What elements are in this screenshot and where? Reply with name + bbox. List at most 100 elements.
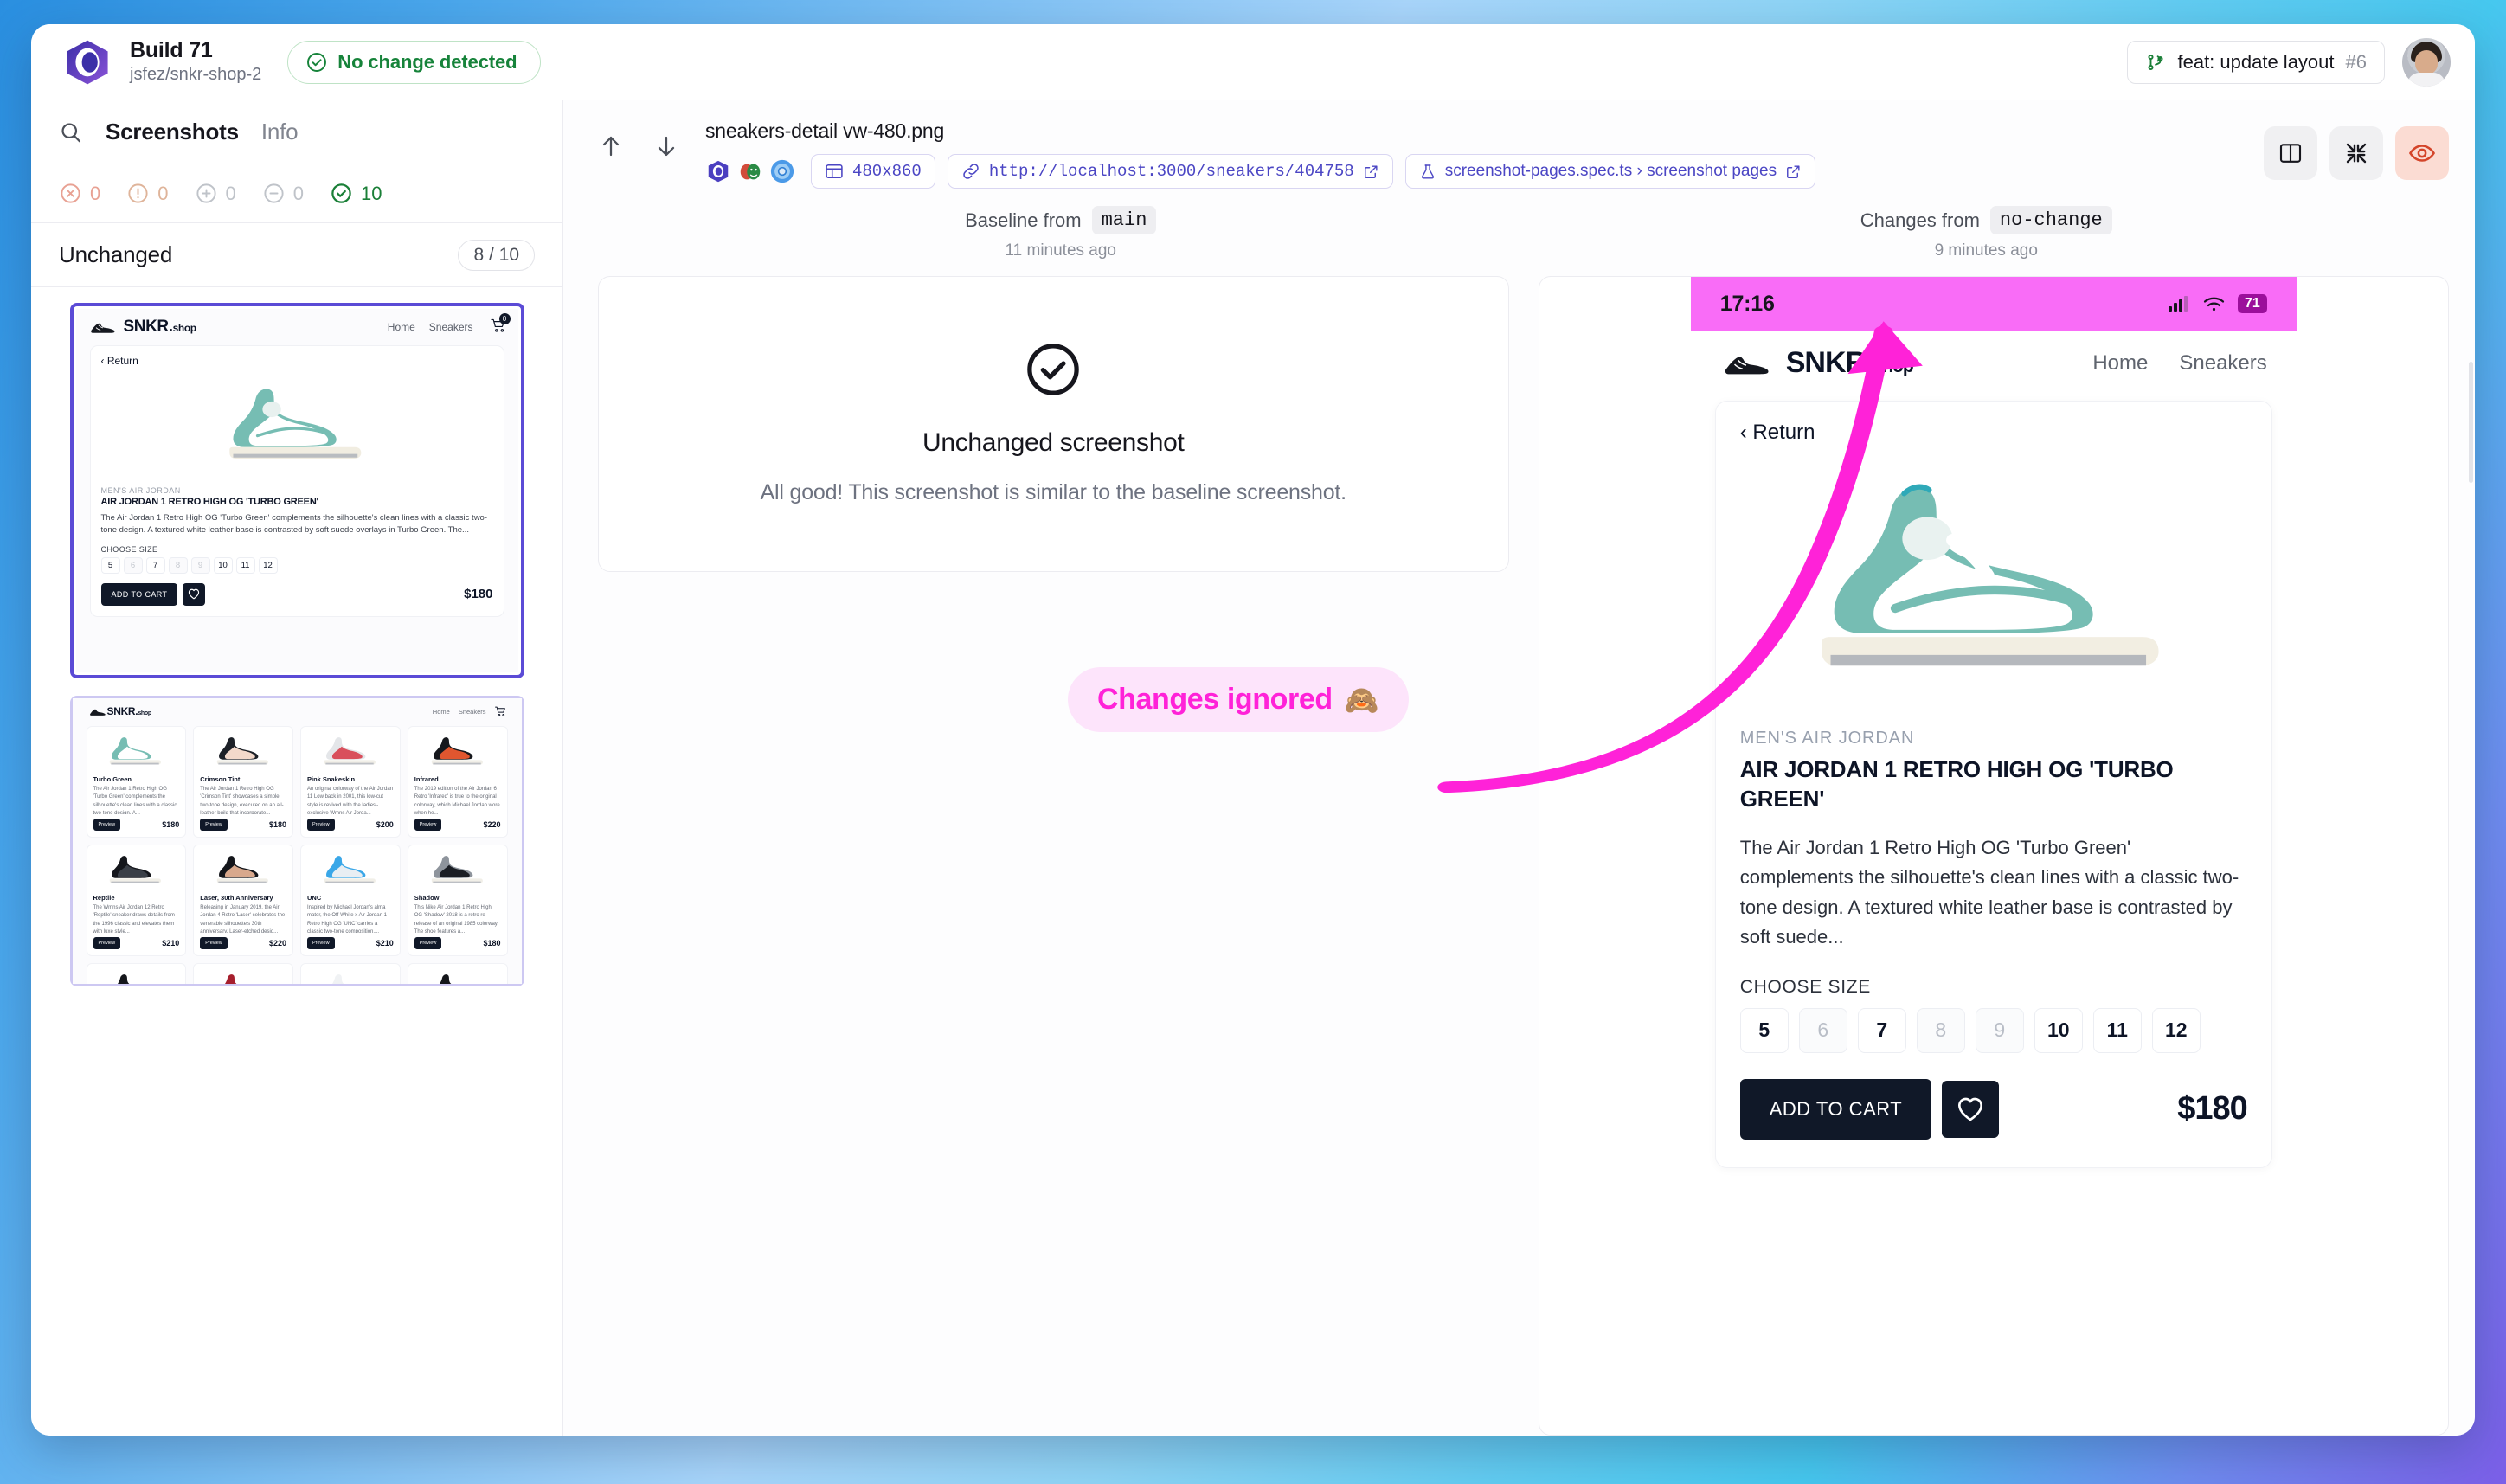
viewport-chip[interactable]: 480x860 [811,154,935,189]
mini-size-option-12[interactable]: 12 [258,556,278,574]
changes-branch: no-change [1989,206,2112,234]
changes-prefix: Changes from [1860,209,1980,231]
mini-grid-card[interactable]: BredThe 2019 edition of the Air Jordan 4… [407,963,508,984]
filter-added[interactable]: 0 [195,182,236,205]
add-to-cart-button[interactable]: ADD TO CART [1739,1078,1932,1140]
mini-grid-preview-button[interactable]: Preview [200,937,228,949]
mini-grid-card[interactable]: Legend BlueThe Air Jordan 11 Retro 'Lege… [300,963,401,984]
filter-removed[interactable]: 0 [262,182,304,205]
mini-grid-card[interactable]: Infrared The 2019 edition of the Air Jord… [407,726,508,838]
mini-heart-button[interactable] [183,582,206,606]
meta-chips: 480x860 http://localhost:3000/sneakers/4… [705,154,1816,189]
cellular-signal-icon [2168,296,2188,312]
mini-grid-cart-icon[interactable] [494,706,506,716]
mini-grid-preview-button[interactable]: Preview [93,937,121,949]
mini-grid-product-desc: The Wmns Air Jordan 12 Retro 'Reptile' s… [93,905,175,933]
section-header-unchanged[interactable]: Unchanged 8 / 10 [31,223,562,287]
avatar-body [2407,72,2445,87]
thumbnail-item-selected[interactable]: SNKR.shop Home Sneakers 0 ‹ Return MEN'S… [69,303,524,678]
screenshot-inner: 17:16 71 SNKR.shop Home Sneakers ‹ Retur… [1690,277,2297,1168]
size-option-5[interactable]: 5 [1739,1007,1789,1053]
size-selector[interactable]: 5 6 7 8 9 10 11 12 [1739,1007,2247,1053]
mini-size-option-5[interactable]: 5 [100,556,120,574]
mini-grid-product-desc: Releasing in January 2019, the Air Jorda… [200,905,286,933]
eye-logo-icon[interactable] [62,37,112,87]
mini-grid-preview-button[interactable]: Preview [307,819,335,831]
mini-grid-preview-button[interactable]: Preview [414,819,442,831]
mini-grid-card[interactable]: Pink Snakeskin An original colorway of th… [300,726,401,838]
arrow-down-icon[interactable] [653,132,679,161]
size-option-7[interactable]: 7 [1857,1007,1906,1053]
mini-add-to-cart-button[interactable]: ADD TO CART [100,582,178,606]
filter-warning[interactable]: 0 [126,182,169,205]
mini-grid-card[interactable]: Turbo Green The Air Jordan 1 Retro High O… [86,726,187,838]
minus-circle-icon [264,183,284,203]
mini-grid-card[interactable]: Crimson Tint The Air Jordan 1 Retro High … [193,726,293,838]
url-chip[interactable]: http://localhost:3000/sneakers/404758 [947,154,1393,189]
mini-grid-preview-button[interactable]: Preview [414,937,442,949]
search-icon[interactable] [59,120,83,145]
size-option-11[interactable]: 11 [2092,1007,2142,1053]
mini-grid-product-desc: The 2019 edition of the Air Jordan 6 Ret… [414,787,500,814]
size-option-10[interactable]: 10 [2034,1007,2083,1053]
mini-grid-card[interactable]: Laser, 30th Anniversary Releasing in Janu… [193,845,293,956]
store-nav-links: Home Sneakers [2092,351,2266,376]
mini-grid-preview-button[interactable]: Preview [93,819,121,831]
thumbnail-list[interactable]: SNKR.shop Home Sneakers 0 ‹ Return MEN'S… [31,287,562,1436]
mini-cart-icon[interactable]: 0 [490,312,511,337]
top-bar-right: feat: update layout #6 [2127,37,2451,87]
split-view-button[interactable] [2264,126,2317,180]
mini-grid-link-home[interactable]: Home [433,708,450,716]
mini-grid-preview-button[interactable]: Preview [200,819,228,831]
branch-button[interactable]: feat: update layout #6 [2127,40,2385,84]
mini-grid-card[interactable]: Shadow This Nike Air Jordan 1 Retro High … [407,845,508,956]
mini-grid-card[interactable]: Reptile The Wmns Air Jordan 12 Retro 'Rep… [86,845,187,956]
content-area: sneakers-detail vw-480.png 480x860 http:… [563,100,2475,1436]
mini-grid-card[interactable]: Space JamThe Air Jordan 11 Retro 'Space … [86,963,187,984]
ignored-region-status-bar: 17:16 71 [1690,277,2297,331]
external-link-icon[interactable] [1363,164,1379,180]
mini-grid-product-name: Laser, 30th Anniversary [200,894,273,902]
arrow-up-icon[interactable] [598,132,624,161]
spec-chip[interactable]: screenshot-pages.spec.ts › screenshot pa… [1404,154,1816,189]
mini-link-sneakers[interactable]: Sneakers [429,321,473,333]
store-link-sneakers[interactable]: Sneakers [2179,351,2266,376]
store-brand[interactable]: SNKR.shop [1720,346,1914,380]
mini-link-home[interactable]: Home [388,321,415,333]
product-image [1740,453,2247,713]
thumbnail-item[interactable]: SNKR.shop Home Sneakers Turbo Green The A… [69,696,524,986]
favorite-button[interactable] [1942,1080,2000,1138]
top-bar: Build 71 jsfez/snkr-shop-2 No change det… [31,24,2475,100]
mini-grid-link-sneakers[interactable]: Sneakers [459,708,486,716]
mini-grid-card[interactable]: UNC Inspired by Michael Jordan's alma mat… [300,845,401,956]
pane-headers: Baseline from main 11 minutes ago Change… [563,202,2475,260]
filter-added-count: 0 [225,182,236,204]
tab-screenshots[interactable]: Screenshots [106,119,239,145]
mini-grid-shoe-image [414,851,501,890]
mini-grid-brand: SNKR.shop [106,705,152,717]
mini-grid-shoe-image [307,851,394,890]
repo-name: jsfez/snkr-shop-2 [130,65,262,85]
tab-info[interactable]: Info [261,119,299,145]
size-option-12[interactable]: 12 [2151,1007,2201,1053]
ignore-regions-button[interactable] [2395,126,2449,180]
store-link-home[interactable]: Home [2092,351,2148,376]
shrink-view-button[interactable] [2329,126,2383,180]
filter-unchanged[interactable]: 10 [330,182,382,205]
return-link[interactable]: ‹ Return [1740,421,2247,445]
filter-failed[interactable]: 0 [59,182,100,205]
mini-grid-product-desc: The Air Jordan 1 Retro High OG 'Crimson … [200,787,284,814]
mini-size-option-7[interactable]: 7 [145,556,165,574]
mini-size-list[interactable]: 5 6 7 8 9 10 11 12 [100,556,493,574]
mini-return-link[interactable]: ‹ Return [101,355,493,367]
see-no-evil-monkey-icon: 🙈 [1344,684,1379,716]
mini-size-option-10[interactable]: 10 [213,556,233,574]
mini-grid-preview-button[interactable]: Preview [307,937,335,949]
avatar[interactable] [2402,37,2451,87]
external-link-icon[interactable] [1785,164,1802,180]
screenshot-card[interactable]: 17:16 71 SNKR.shop Home Sneakers ‹ Retur… [1538,276,2449,1436]
check-circle-icon [331,183,351,203]
mini-size-option-9: 9 [190,556,210,574]
mini-grid-card[interactable]: Win Like '96For Chicago Bulls Fans, the … [193,963,293,984]
mini-size-option-11[interactable]: 11 [235,556,255,574]
